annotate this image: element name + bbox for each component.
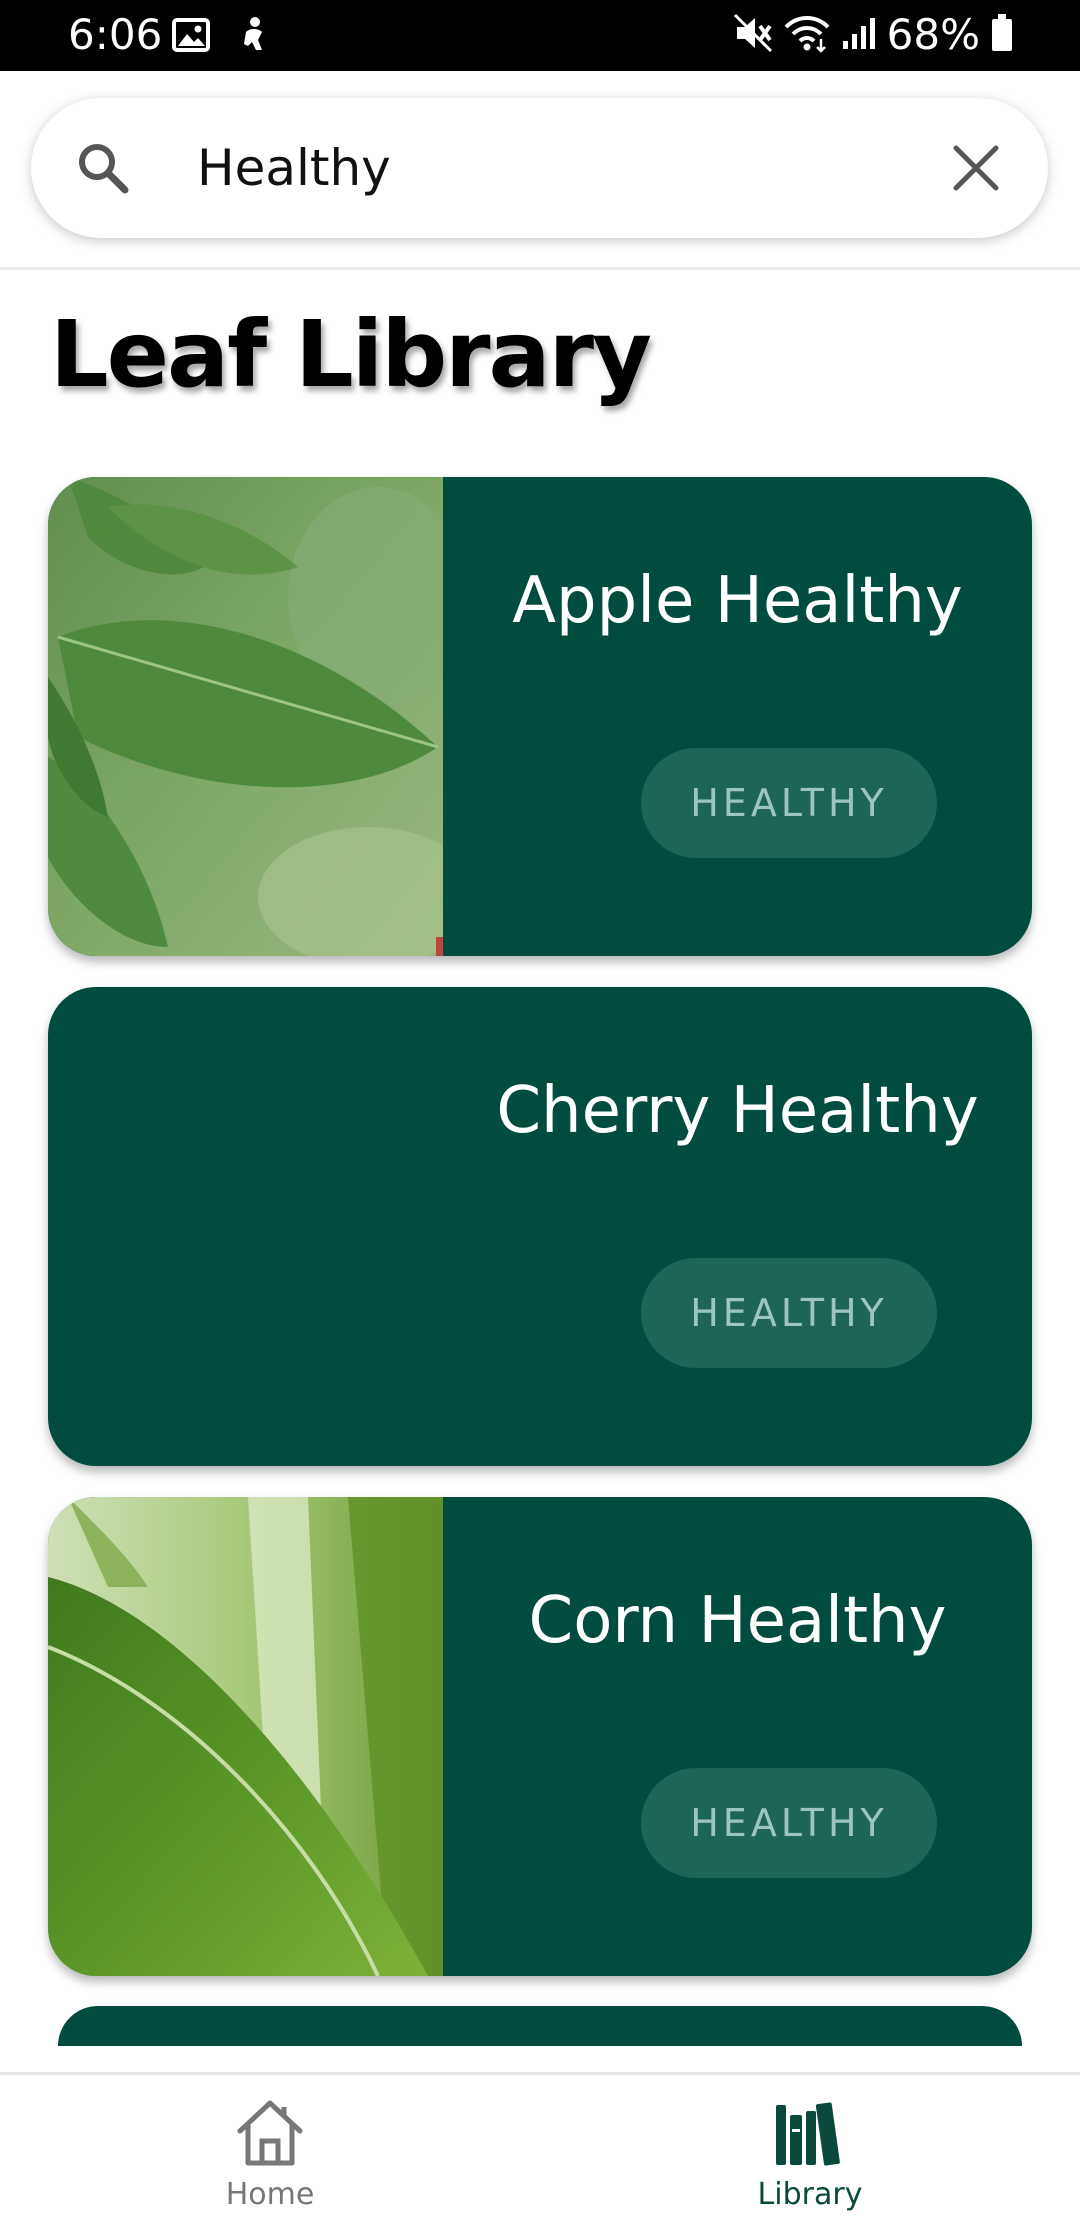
leaf-card-corn[interactable]: Corn Healthy HEALTHY [48, 1497, 1032, 1976]
status-time: 6:06 [68, 10, 163, 59]
card-title: Corn Healthy [528, 1584, 947, 1658]
status-badge: HEALTHY [641, 1258, 937, 1368]
battery-icon [990, 13, 1014, 57]
card-body: Cherry Healthy HEALTHY [443, 987, 1032, 1466]
card-title: Apple Healthy [512, 564, 963, 638]
status-badge: HEALTHY [641, 1768, 937, 1878]
leaf-card-cherry[interactable]: Cherry Healthy HEALTHY [48, 987, 1032, 1466]
wifi-icon [783, 13, 831, 57]
nav-library-label: Library [757, 2177, 863, 2212]
search-bar[interactable] [31, 98, 1048, 238]
apple-leaf-image [48, 477, 443, 956]
search-input[interactable] [197, 128, 917, 208]
search-header [0, 71, 1080, 270]
page-title: Leaf Library [50, 301, 652, 408]
mute-icon [733, 13, 773, 57]
leaf-card-apple[interactable]: Apple Healthy HEALTHY [48, 477, 1032, 956]
card-body: Corn Healthy HEALTHY [443, 1497, 1032, 1976]
status-system-icons: 68% [733, 8, 1014, 62]
status-notification-icons [172, 16, 270, 58]
bottom-navigation: Home Library [0, 2072, 1080, 2220]
gallery-icon [172, 18, 210, 56]
search-icon[interactable] [73, 138, 133, 198]
signal-icon [841, 15, 877, 55]
status-badge: HEALTHY [641, 748, 937, 858]
corn-leaf-image [48, 1497, 443, 1976]
accessibility-icon [236, 16, 270, 58]
nav-library[interactable]: Library [540, 2075, 1080, 2220]
card-body: Apple Healthy HEALTHY [443, 477, 1032, 956]
nav-home-label: Home [225, 2177, 315, 2212]
close-icon[interactable] [950, 142, 1002, 194]
status-bar: 6:06 68% [0, 0, 1080, 71]
library-icon [772, 2095, 848, 2171]
card-title: Cherry Healthy [496, 1074, 979, 1148]
home-icon [232, 2095, 308, 2171]
screen: 6:06 68% Healthy Leaf Library Apple Heal… [0, 0, 1080, 2220]
nav-home[interactable]: Home [0, 2075, 540, 2220]
battery-percentage: 68% [886, 10, 980, 59]
leaf-card-partial[interactable] [58, 2006, 1022, 2046]
